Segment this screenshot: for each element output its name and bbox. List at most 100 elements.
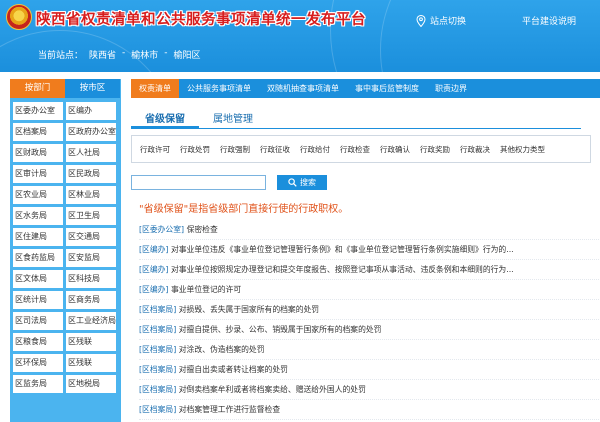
breadcrumb-separator: - bbox=[122, 48, 126, 58]
item-title[interactable]: 保密检查 bbox=[187, 225, 218, 234]
search-button[interactable]: 搜索 bbox=[277, 175, 327, 190]
item-title[interactable]: 对档案管理工作进行监督检查 bbox=[179, 405, 280, 414]
item-department[interactable]: [区编办] bbox=[139, 265, 168, 274]
tab-power-list[interactable]: 权责清单 bbox=[131, 79, 179, 98]
site-switch-label: 站点切换 bbox=[430, 17, 467, 27]
type-filter-item[interactable]: 行政奖励 bbox=[420, 144, 450, 155]
list-item[interactable]: [区档案局] 对档案管理工作进行监督检查 bbox=[139, 400, 599, 420]
main-content: 权责清单 公共服务事项清单 双随机抽查事项清单 事中事后监管制度 职责边界 省级… bbox=[131, 79, 600, 422]
breadcrumb: 当前站点： 陕西省 - 榆林市 - 榆阳区 bbox=[38, 48, 201, 61]
item-department[interactable]: [区档案局] bbox=[139, 325, 176, 334]
sidebar-item[interactable]: 区统计局 bbox=[13, 291, 63, 309]
search-input[interactable] bbox=[131, 175, 266, 190]
tab-public-service-list[interactable]: 公共服务事项清单 bbox=[179, 79, 259, 98]
scope-tabs: 省级保留 属地管理 bbox=[131, 113, 581, 129]
type-filter-item[interactable]: 行政强制 bbox=[220, 144, 250, 155]
sidebar-item[interactable]: 区安监局 bbox=[66, 249, 116, 267]
list-item[interactable]: [区编办] 事业单位登记的许可 bbox=[139, 280, 599, 300]
sidebar: 按部门 按市区 区委办公室 区编办 区档案局 区政府办公室 区财政局 区人社局 … bbox=[10, 79, 121, 422]
sidebar-item[interactable]: 区政府办公室 bbox=[66, 123, 116, 141]
item-department[interactable]: [区档案局] bbox=[139, 405, 176, 414]
item-department[interactable]: [区档案局] bbox=[139, 345, 176, 354]
type-filter-item[interactable]: 其他权力类型 bbox=[500, 144, 545, 155]
location-pin-icon bbox=[416, 14, 426, 27]
item-title[interactable]: 对擅自出卖或者转让档案的处罚 bbox=[179, 365, 288, 374]
sidebar-item[interactable]: 区地税局 bbox=[66, 375, 116, 393]
list-item[interactable]: [区档案局] 对涂改、伪造档案的处罚 bbox=[139, 340, 599, 360]
item-title[interactable]: 对擅自提供、抄录、公布、销毁属于国家所有的档案的处罚 bbox=[179, 325, 382, 334]
type-filter-item[interactable]: 行政征收 bbox=[260, 144, 290, 155]
breadcrumb-item-city[interactable]: 榆林市 bbox=[131, 48, 158, 61]
sidebar-item[interactable]: 区残联 bbox=[66, 354, 116, 372]
breadcrumb-label: 当前站点： bbox=[38, 51, 84, 61]
sidebar-item[interactable]: 区粮食局 bbox=[13, 333, 63, 351]
sidebar-item[interactable]: 区残联 bbox=[66, 333, 116, 351]
item-title[interactable]: 对损毁、丢失属于国家所有的档案的处罚 bbox=[179, 305, 319, 314]
type-filter-item[interactable]: 行政处罚 bbox=[180, 144, 210, 155]
item-title[interactable]: 事业单位登记的许可 bbox=[171, 285, 241, 294]
sidebar-item[interactable]: 区商务局 bbox=[66, 291, 116, 309]
sidebar-item[interactable]: 区科技局 bbox=[66, 270, 116, 288]
tab-by-department[interactable]: 按部门 bbox=[10, 79, 65, 98]
tab-local-management[interactable]: 属地管理 bbox=[199, 113, 267, 128]
sidebar-item[interactable]: 区审计局 bbox=[13, 165, 63, 183]
type-filter-item[interactable]: 行政裁决 bbox=[460, 144, 490, 155]
sidebar-item[interactable]: 区农业局 bbox=[13, 186, 63, 204]
platform-explain-link[interactable]: 平台建设说明 bbox=[522, 14, 576, 27]
list-item[interactable]: [区档案局] 对擅自提供、抄录、公布、销毁属于国家所有的档案的处罚 bbox=[139, 320, 599, 340]
sidebar-item[interactable]: 区档案局 bbox=[13, 123, 63, 141]
search-button-label: 搜索 bbox=[300, 178, 316, 187]
sidebar-item[interactable]: 区民政局 bbox=[66, 165, 116, 183]
sidebar-item[interactable]: 区监务局 bbox=[13, 375, 63, 393]
department-list: 区委办公室 区编办 区档案局 区政府办公室 区财政局 区人社局 区审计局 区民政… bbox=[10, 98, 121, 393]
list-item[interactable]: [区编办] 对事业单位违反《事业单位登记管理暂行条例》和《事业单位登记管理暂行条… bbox=[139, 240, 599, 260]
sidebar-item[interactable]: 区人社局 bbox=[66, 144, 116, 162]
sidebar-item[interactable]: 区住建局 bbox=[13, 228, 63, 246]
sidebar-item[interactable]: 区林业局 bbox=[66, 186, 116, 204]
tab-by-district[interactable]: 按市区 bbox=[65, 79, 120, 98]
sidebar-tabs: 按部门 按市区 bbox=[10, 79, 121, 98]
type-filter-item[interactable]: 行政确认 bbox=[380, 144, 410, 155]
breadcrumb-item-district[interactable]: 榆阳区 bbox=[174, 48, 201, 61]
item-title[interactable]: 对涂改、伪造档案的处罚 bbox=[179, 345, 265, 354]
emblem-icon bbox=[6, 4, 32, 30]
breadcrumb-separator: - bbox=[164, 48, 168, 58]
list-item[interactable]: [区档案局] 对倒卖档案牟利或者将档案卖给、赠送给外国人的处罚 bbox=[139, 380, 599, 400]
item-department[interactable]: [区编办] bbox=[139, 285, 168, 294]
sidebar-item[interactable]: 区工业经济局 bbox=[66, 312, 116, 330]
type-filter-item[interactable]: 行政检查 bbox=[340, 144, 370, 155]
sidebar-item[interactable]: 区财政局 bbox=[13, 144, 63, 162]
list-item[interactable]: [区档案局] 对损毁、丢失属于国家所有的档案的处罚 bbox=[139, 300, 599, 320]
sidebar-item[interactable]: 区编办 bbox=[66, 102, 116, 120]
type-filter-item[interactable]: 行政许可 bbox=[140, 144, 170, 155]
sidebar-item[interactable]: 区文体局 bbox=[13, 270, 63, 288]
type-filter-item[interactable]: 行政给付 bbox=[300, 144, 330, 155]
site-switch-link[interactable]: 站点切换 bbox=[416, 14, 466, 27]
sidebar-item[interactable]: 区卫生局 bbox=[66, 207, 116, 225]
item-title[interactable]: 对倒卖档案牟利或者将档案卖给、赠送给外国人的处罚 bbox=[179, 385, 366, 394]
tab-supervision-system[interactable]: 事中事后监管制度 bbox=[347, 79, 427, 98]
sidebar-item[interactable]: 区水务局 bbox=[13, 207, 63, 225]
power-item-list: [区委办公室] 保密检查 [区编办] 对事业单位违反《事业单位登记管理暂行条例》… bbox=[139, 220, 599, 420]
breadcrumb-item-province[interactable]: 陕西省 bbox=[89, 48, 116, 61]
list-item[interactable]: [区委办公室] 保密检查 bbox=[139, 220, 599, 240]
item-department[interactable]: [区委办公室] bbox=[139, 225, 184, 234]
tab-provincial-retained[interactable]: 省级保留 bbox=[131, 113, 199, 128]
site-header: 陕西省权责清单和公共服务事项清单统一发布平台 站点切换 平台建设说明 当前站点：… bbox=[0, 0, 600, 72]
sidebar-item[interactable]: 区委办公室 bbox=[13, 102, 63, 120]
tab-duty-boundary[interactable]: 职责边界 bbox=[427, 79, 475, 98]
item-title[interactable]: 对事业单位违反《事业单位登记管理暂行条例》和《事业单位登记管理暂行条例实施细则》… bbox=[171, 245, 514, 254]
item-department[interactable]: [区档案局] bbox=[139, 385, 176, 394]
sidebar-item[interactable]: 区交通局 bbox=[66, 228, 116, 246]
item-title[interactable]: 对事业单位按照规定办理登记和提交年度报告、按照登记事项从事活动、违反条例和本细则… bbox=[171, 265, 514, 274]
sidebar-item[interactable]: 区食药监局 bbox=[13, 249, 63, 267]
power-type-filter: 行政许可 行政处罚 行政强制 行政征收 行政给付 行政检查 行政确认 行政奖励 … bbox=[131, 135, 591, 163]
tab-random-inspection-list[interactable]: 双随机抽查事项清单 bbox=[259, 79, 347, 98]
sidebar-item[interactable]: 区司法局 bbox=[13, 312, 63, 330]
item-department[interactable]: [区档案局] bbox=[139, 305, 176, 314]
item-department[interactable]: [区档案局] bbox=[139, 365, 176, 374]
list-item[interactable]: [区档案局] 对擅自出卖或者转让档案的处罚 bbox=[139, 360, 599, 380]
item-department[interactable]: [区编办] bbox=[139, 245, 168, 254]
list-item[interactable]: [区编办] 对事业单位按照规定办理登记和提交年度报告、按照登记事项从事活动、违反… bbox=[139, 260, 599, 280]
sidebar-item[interactable]: 区环保局 bbox=[13, 354, 63, 372]
